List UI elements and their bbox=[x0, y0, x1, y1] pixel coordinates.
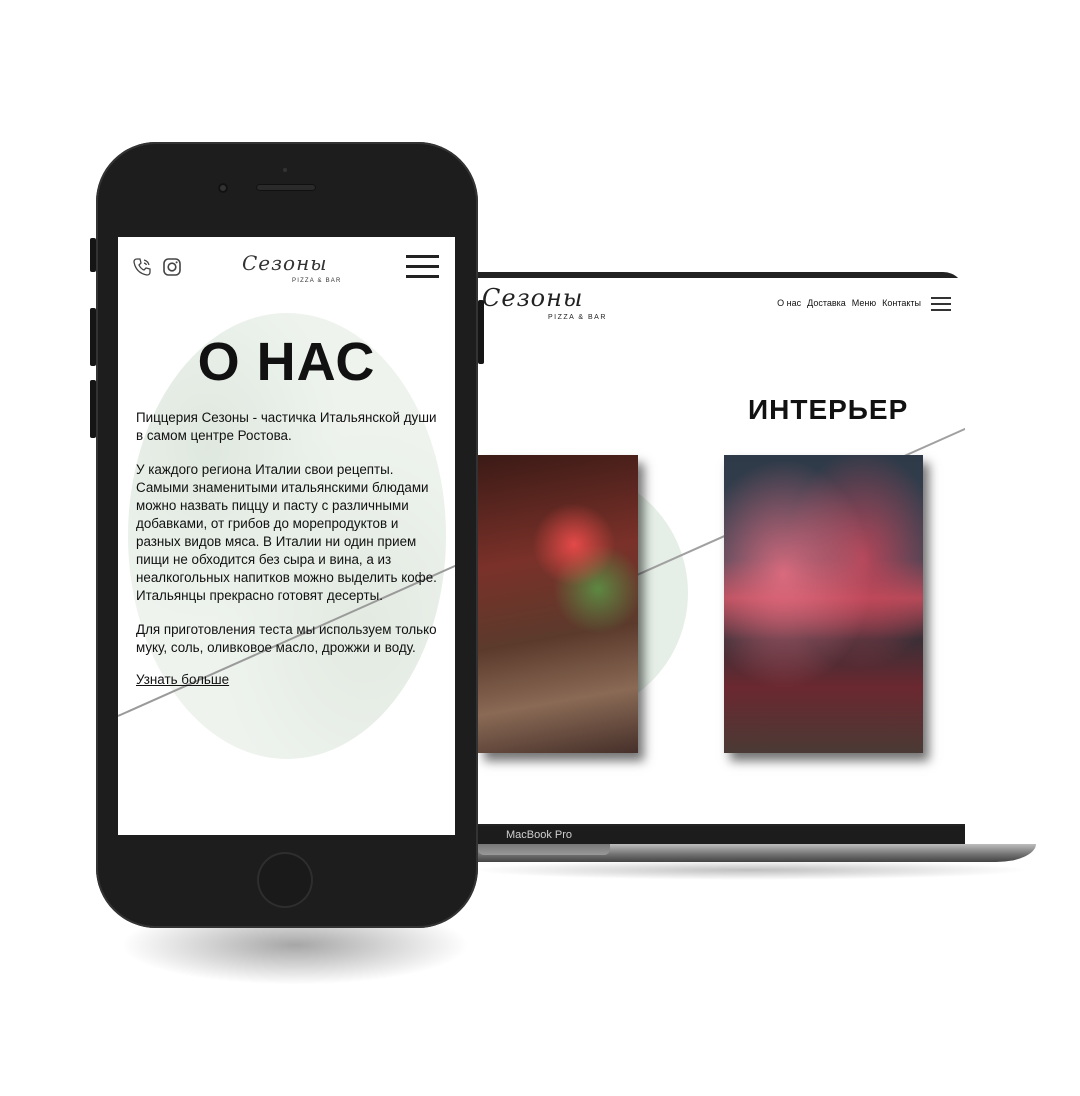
hamburger-menu-icon[interactable] bbox=[406, 255, 439, 285]
nav-item-about[interactable]: О нас bbox=[777, 298, 801, 308]
nav-item-contacts[interactable]: Контакты bbox=[882, 298, 921, 308]
phone-home-button[interactable] bbox=[257, 852, 313, 908]
laptop-notch bbox=[478, 844, 610, 855]
phone-speaker bbox=[256, 184, 316, 191]
laptop-brand-label: MacBook Pro bbox=[506, 829, 573, 841]
instagram-icon[interactable] bbox=[162, 257, 182, 281]
laptop-logo[interactable]: Сезоны PIZZA & BAR bbox=[482, 284, 605, 321]
phone-screen: Сезоны PIZZA & BAR О НАС Пиццерия Сезоны… bbox=[118, 237, 455, 835]
phone-logo[interactable]: Сезоны PIZZA & BAR bbox=[242, 251, 340, 284]
section-title: ИНТЕРЬЕР bbox=[748, 394, 909, 425]
laptop-shadow bbox=[470, 860, 1030, 880]
laptop-screen: Сезоны PIZZA & BAR О нас Доставка Меню К… bbox=[478, 278, 965, 824]
laptop-nav: О нас Доставка Меню Контакты bbox=[777, 298, 921, 308]
phone-power-button bbox=[478, 300, 484, 364]
phone-camera-icon bbox=[218, 183, 228, 193]
learn-more-link[interactable]: Узнать больше bbox=[136, 672, 229, 687]
nav-item-delivery[interactable]: Доставка bbox=[807, 298, 846, 308]
phone-sensor bbox=[283, 168, 287, 172]
phone-icon[interactable] bbox=[132, 257, 152, 281]
page-title: О НАС bbox=[197, 332, 376, 392]
phone-logo-script: Сезоны bbox=[242, 251, 328, 275]
laptop-logo-subtitle: PIZZA & BAR bbox=[548, 314, 607, 321]
about-paragraph-2: У каждого региона Италии свои рецепты. С… bbox=[136, 462, 437, 603]
hamburger-menu-icon[interactable] bbox=[931, 297, 951, 315]
interior-photo-entrance[interactable] bbox=[478, 455, 638, 753]
interior-photo-hall[interactable] bbox=[724, 455, 923, 753]
laptop-logo-script: Сезоны bbox=[482, 284, 584, 312]
about-paragraph-3: Для приготовления теста мы используем то… bbox=[136, 622, 437, 655]
nav-item-menu[interactable]: Меню bbox=[852, 298, 876, 308]
phone-logo-subtitle: PIZZA & BAR bbox=[292, 278, 342, 284]
about-paragraph-1: Пиццерия Сезоны - частичка Итальянской д… bbox=[136, 410, 437, 443]
